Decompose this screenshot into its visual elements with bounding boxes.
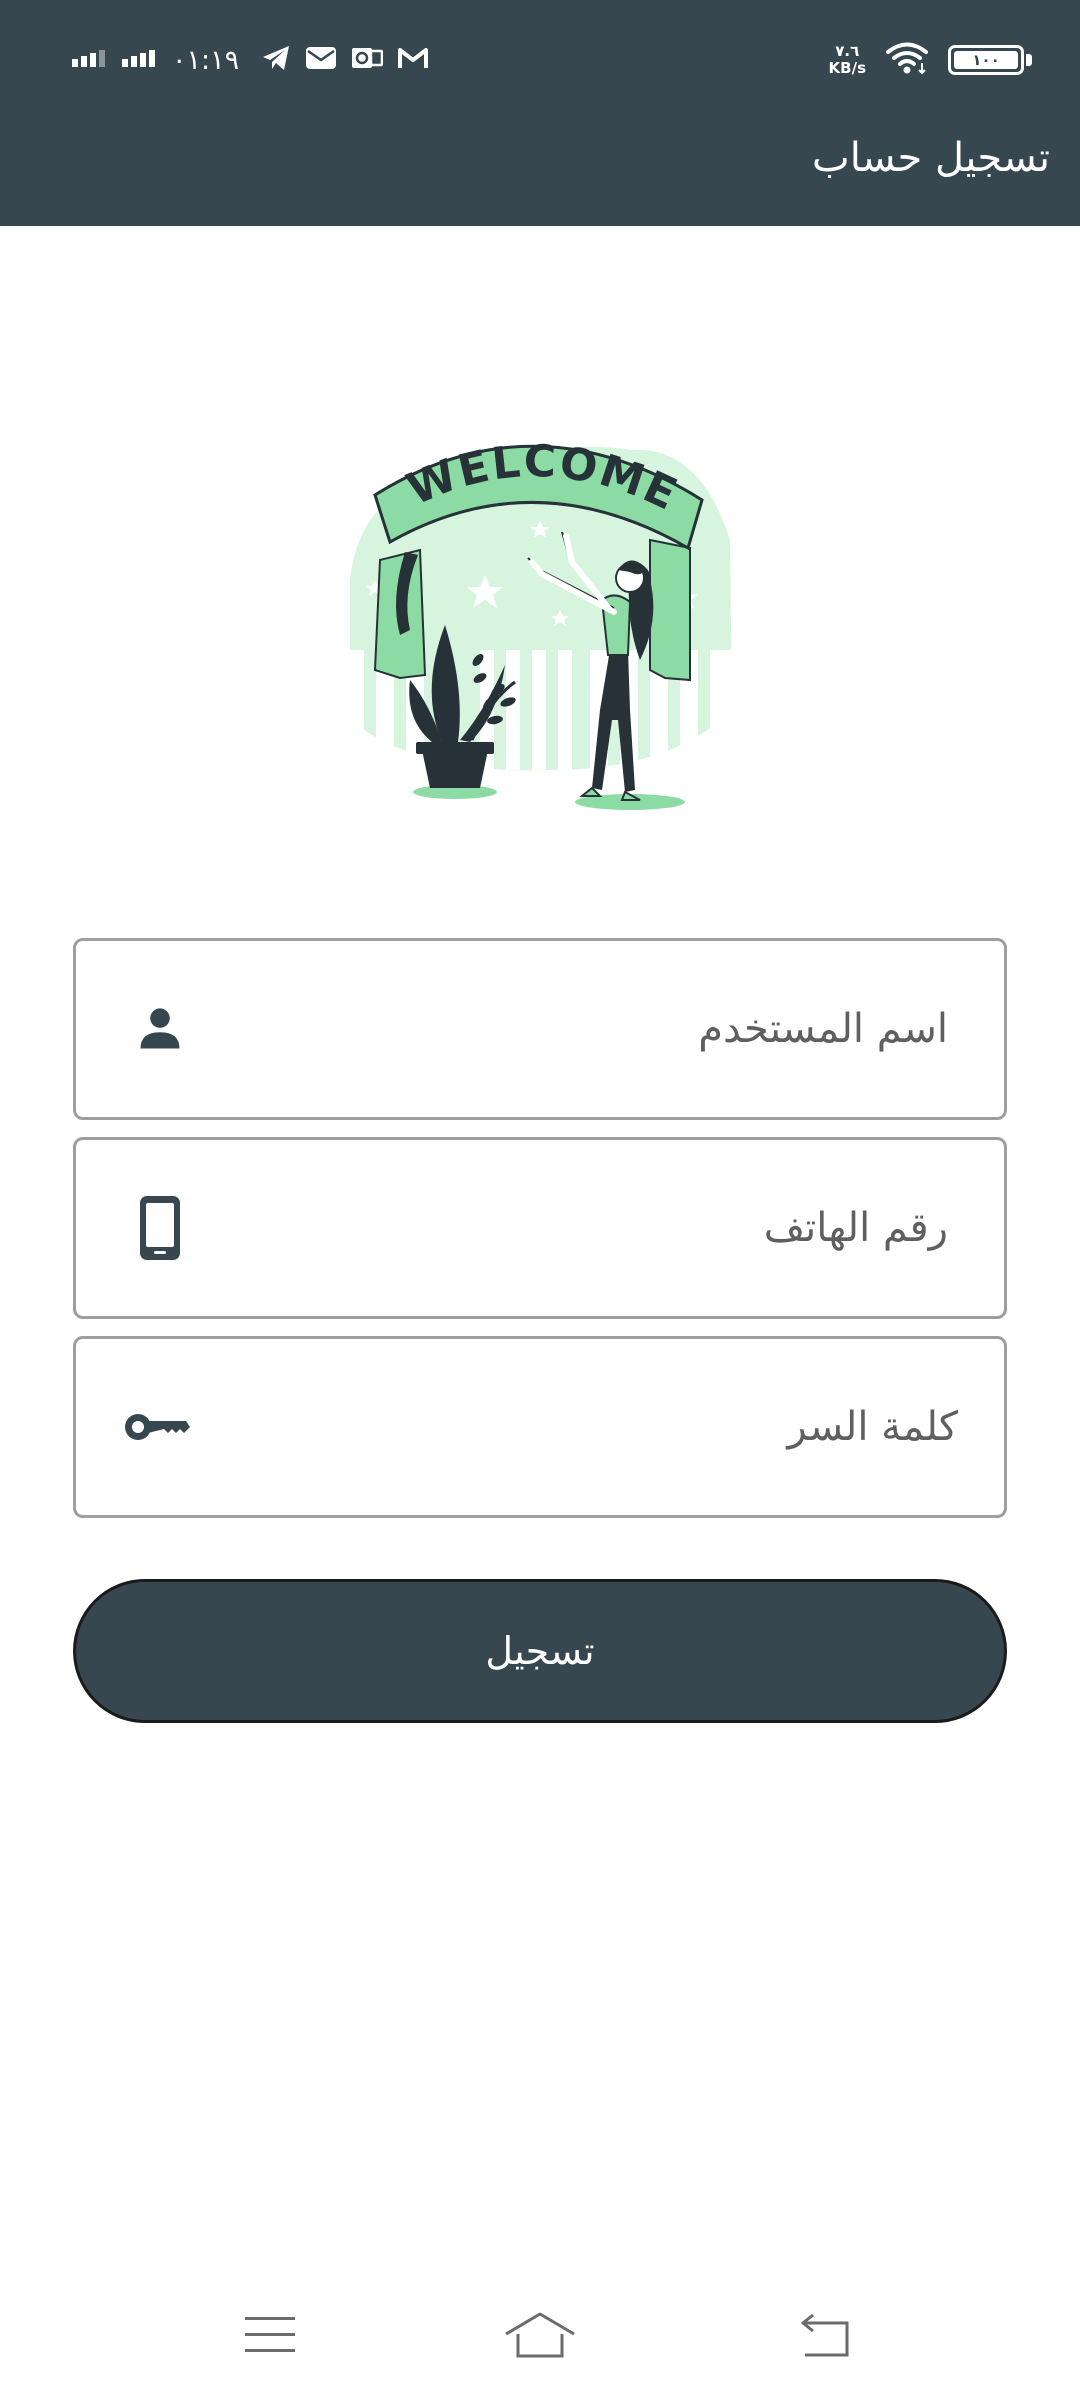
signal-icon — [72, 49, 108, 71]
person-icon — [124, 993, 196, 1065]
mail-icon — [305, 44, 337, 76]
signal-icon — [122, 49, 158, 71]
home-icon[interactable] — [495, 2300, 585, 2370]
telegram-icon — [261, 44, 291, 76]
phone-field[interactable]: رقم الهاتف — [73, 1137, 1007, 1319]
register-button[interactable]: تسجيل — [73, 1579, 1007, 1723]
status-bar: ٠١:١٩ ٧.٦ KB/s ١٠٠ — [0, 0, 1080, 120]
phone-icon — [124, 1192, 196, 1264]
welcome-illustration: WELCOME — [330, 420, 750, 840]
outlook-icon — [351, 44, 384, 76]
key-icon — [120, 1391, 192, 1463]
status-bar-left: ٠١:١٩ — [72, 40, 429, 80]
back-icon[interactable] — [780, 2300, 870, 2370]
battery-level: ١٠٠ — [954, 51, 1018, 69]
page-title: تسجيل حساب — [812, 135, 1050, 181]
battery-icon: ١٠٠ — [948, 45, 1032, 75]
menu-icon[interactable] — [226, 2300, 316, 2370]
network-speed-unit: KB/s — [828, 59, 866, 77]
password-placeholder: كلمة السر — [787, 1404, 958, 1450]
network-speed-value: ٧.٦ — [835, 42, 860, 60]
password-field[interactable]: كلمة السر — [73, 1336, 1007, 1518]
gmail-icon — [397, 44, 429, 76]
phone-placeholder: رقم الهاتف — [763, 1205, 948, 1251]
status-bar-right: ٧.٦ KB/s ١٠٠ — [829, 36, 1032, 84]
app-bar: ٠١:١٩ ٧.٦ KB/s ١٠٠ تسجيل حساب — [0, 0, 1080, 226]
username-placeholder: اسم المستخدم — [698, 1006, 948, 1052]
username-field[interactable]: اسم المستخدم — [73, 938, 1007, 1120]
clock: ٠١:١٩ — [172, 44, 240, 76]
wifi-icon — [886, 41, 928, 79]
navigation-bar — [0, 2280, 1080, 2400]
network-speed: ٧.٦ KB/s — [829, 43, 866, 77]
